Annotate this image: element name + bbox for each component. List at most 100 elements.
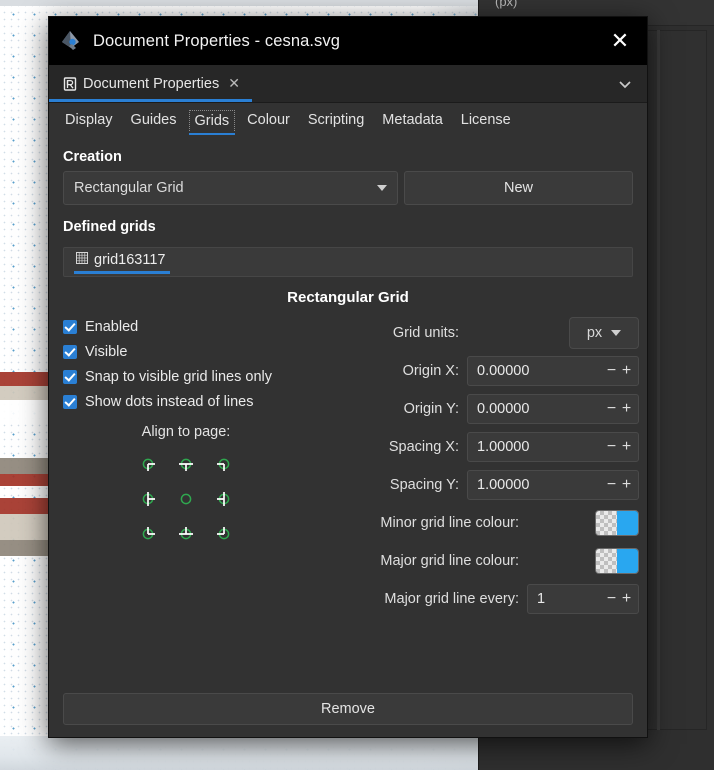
align-bottom-left-icon[interactable] [129,516,167,551]
new-grid-button[interactable]: New [404,171,633,205]
spacing-x-label: Spacing X: [388,439,459,455]
major-every-label: Major grid line every: [384,591,519,607]
checkbox-label: Show dots instead of lines [85,393,254,410]
checkbox-visible[interactable]: Visible [63,339,335,364]
minus-icon[interactable]: − [604,363,619,379]
origin-x-row: Origin X: 0.00000 − + [343,352,639,390]
alpha-checker [596,549,617,573]
align-top-center-icon[interactable] [167,446,205,481]
canvas-top-edge [0,0,478,6]
align-middle-right-icon[interactable] [205,481,243,516]
plus-icon[interactable]: + [619,363,634,379]
tab-metadata[interactable]: Metadata [376,109,448,131]
spacing-x-value[interactable]: 1.00000 [477,439,604,455]
spacing-y-stepper[interactable]: 1.00000 − + [467,470,639,500]
spacing-x-row: Spacing X: 1.00000 − + [343,428,639,466]
grid-units-value: px [586,325,603,341]
align-bottom-right-icon[interactable] [205,516,243,551]
tabstrip-filler [252,65,603,102]
grid-fields-column: Grid units: px Origin X: 0.00000 − + Ori… [343,314,639,685]
creation-row: Rectangular Grid New [63,171,633,205]
spacing-y-row: Spacing Y: 1.00000 − + [343,466,639,504]
grid-panel-title: Rectangular Grid [287,289,409,306]
canvas-bottom-edge [0,736,478,770]
tab-document-properties[interactable]: Document Properties ✕ [49,65,252,102]
defined-grids-list[interactable]: grid163117 [63,247,633,277]
right-dock-divider [657,30,660,730]
tab-label: Document Properties [83,75,220,92]
checkmark-icon[interactable] [63,319,77,334]
plus-icon[interactable]: + [619,591,634,607]
minus-icon[interactable]: − [604,477,619,493]
chevron-down-icon[interactable] [603,65,647,102]
screen: (px) Document Properties - cesna.svg ✕ D… [0,0,714,770]
major-every-value[interactable]: 1 [537,591,604,607]
grid-units-dropdown[interactable]: px [569,317,639,349]
plus-icon[interactable]: + [619,401,634,417]
inkscape-logo-icon [59,29,83,53]
remove-grid-button[interactable]: Remove [63,693,633,725]
colour-fill [617,549,638,573]
origin-y-value[interactable]: 0.00000 [477,401,604,417]
minor-grid-colour-swatch[interactable] [595,510,639,536]
tab-license[interactable]: License [455,109,517,131]
document-properties-icon [63,76,77,91]
align-top-left-icon[interactable] [129,446,167,481]
minus-icon[interactable]: − [604,401,619,417]
origin-y-label: Origin Y: [403,401,459,417]
minus-icon[interactable]: − [604,439,619,455]
tab-close-icon[interactable]: ✕ [228,75,240,92]
minus-icon[interactable]: − [604,591,619,607]
remove-row: Remove [63,693,633,725]
checkbox-snap-to-visible-grid-lines-only[interactable]: Snap to visible grid lines only [63,364,335,389]
plus-icon[interactable]: + [619,477,634,493]
spacing-x-stepper[interactable]: 1.00000 − + [467,432,639,462]
tab-display[interactable]: Display [59,109,119,131]
checkbox-show-dots-instead-of-lines[interactable]: Show dots instead of lines [63,389,335,414]
grid-units-label: Grid units: [392,325,459,341]
align-middle-left-icon[interactable] [129,481,167,516]
tab-scripting[interactable]: Scripting [302,109,370,131]
minor-colour-row: Minor grid line colour: [343,504,639,542]
major-every-stepper[interactable]: 1 − + [527,584,639,614]
close-icon[interactable]: ✕ [603,24,637,58]
grid-name: grid163117 [94,252,166,268]
align-to-page-label: Align to page: [141,424,231,440]
checkbox-label: Enabled [85,318,139,335]
tab-grids[interactable]: Grids [188,109,236,135]
grid-options-column: Enabled Visible Snap to visible grid lines… [63,314,335,685]
checkmark-icon[interactable] [63,369,77,384]
align-bottom-center-icon[interactable] [167,516,205,551]
major-every-row: Major grid line every: 1 − + [343,580,639,618]
grid-type-dropdown[interactable]: Rectangular Grid [63,171,398,205]
major-colour-label: Major grid line colour: [380,553,519,569]
origin-y-row: Origin Y: 0.00000 − + [343,390,639,428]
spacing-y-label: Spacing Y: [389,477,459,493]
origin-x-stepper[interactable]: 0.00000 − + [467,356,639,386]
grid-settings-columns: Enabled Visible Snap to visible grid lines… [63,314,639,685]
checkbox-enabled[interactable]: Enabled [63,314,335,339]
align-to-page-buttons [63,446,335,551]
list-item[interactable]: grid163117 [72,251,170,274]
defined-grids-heading: Defined grids [63,219,156,235]
checkbox-label: Snap to visible grid lines only [85,368,272,385]
plus-icon[interactable]: + [619,439,634,455]
alpha-checker [596,511,617,535]
dialog-title: Document Properties - cesna.svg [93,31,341,50]
checkmark-icon[interactable] [63,394,77,409]
origin-x-value[interactable]: 0.00000 [477,363,604,379]
major-grid-colour-swatch[interactable] [595,548,639,574]
grid-checkbox-group: Enabled Visible Snap to visible grid lines… [63,314,335,414]
dialog-tabstrip: Document Properties ✕ [49,65,647,103]
align-top-right-icon[interactable] [205,446,243,481]
tab-guides[interactable]: Guides [125,109,183,131]
align-middle-center-icon[interactable] [167,481,205,516]
dialog-body: Creation Rectangular Grid New Defined gr… [49,137,647,737]
tab-colour[interactable]: Colour [241,109,296,131]
dialog-titlebar[interactable]: Document Properties - cesna.svg ✕ [49,17,647,65]
origin-y-stepper[interactable]: 0.00000 − + [467,394,639,424]
grid-icon [76,251,88,269]
checkmark-icon[interactable] [63,344,77,359]
spacing-y-value[interactable]: 1.00000 [477,477,604,493]
chevron-down-icon [377,185,387,191]
